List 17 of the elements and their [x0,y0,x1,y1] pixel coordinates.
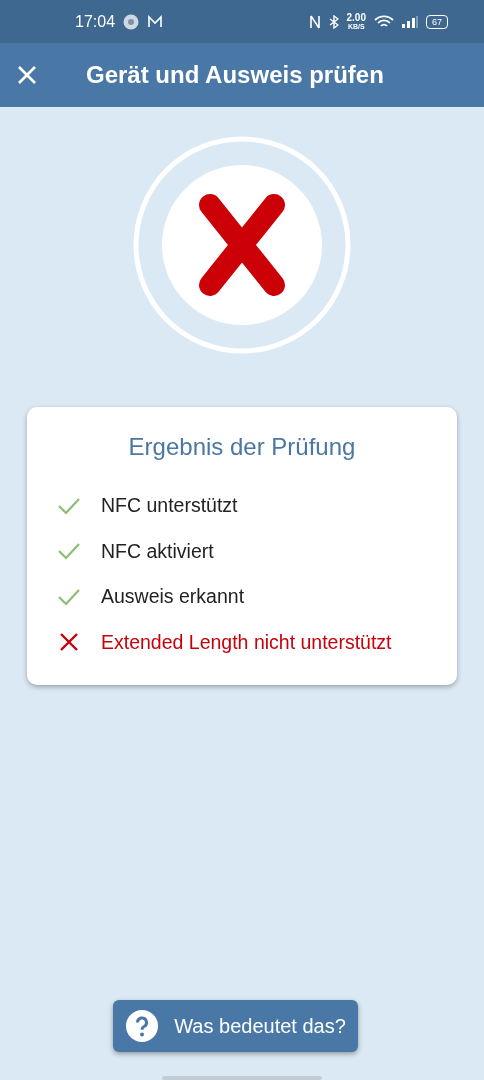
check-label: NFC unterstützt [101,494,238,518]
mail-icon [147,14,164,29]
help-button[interactable]: Was bedeutet das? [113,1000,358,1052]
check-label: NFC aktiviert [101,539,214,563]
wifi-icon [374,14,394,29]
check-label: Ausweis erkannt [101,585,245,609]
aperture-icon [123,13,140,30]
clock-time: 17:04 [75,12,116,31]
network-speed: 2.00 [346,13,366,23]
battery-indicator: 67 [426,14,448,29]
check-label: Extended Length nicht unterstützt [101,630,392,654]
bluetooth-icon [328,14,339,29]
screen-title: Gerät und Ausweis prüfen [86,61,384,89]
help-icon [126,1010,159,1042]
nfc-icon [308,14,321,29]
signal-icon [402,15,418,28]
card-title: Ergebnis der Prüfung [127,433,357,461]
